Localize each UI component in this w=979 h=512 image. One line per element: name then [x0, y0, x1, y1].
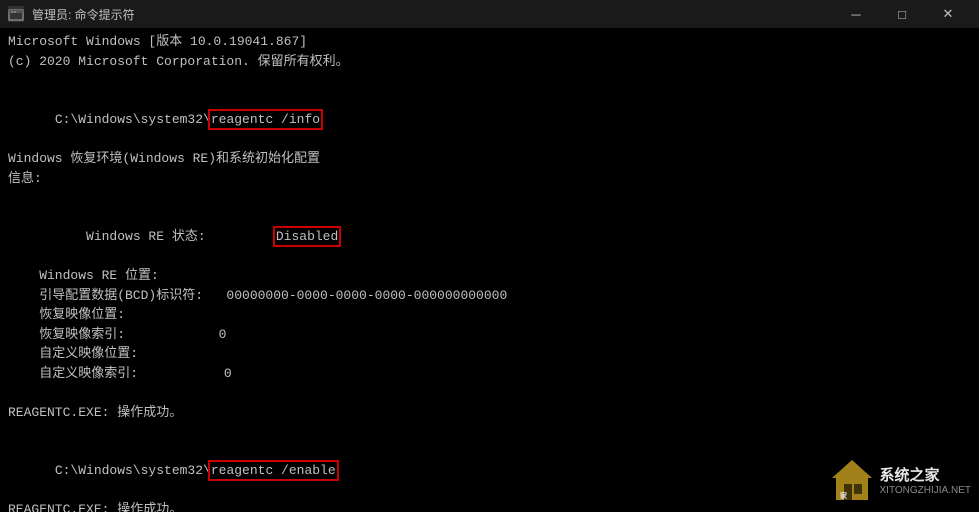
title-bar: 管理员: 命令提示符 ─ □ ✕ — [0, 0, 979, 28]
close-button[interactable]: ✕ — [925, 0, 971, 28]
watermark: 家 系统之家 XITONGZHIJIA.NET — [828, 456, 972, 504]
terminal-content: Microsoft Windows [版本 10.0.19041.867] (c… — [0, 28, 979, 512]
output-line-14: 自定义映像索引: 0 — [8, 364, 971, 384]
title-bar-left: 管理员: 命令提示符 — [8, 6, 135, 23]
output-line-2: (c) 2020 Microsoft Corporation. 保留所有权利。 — [8, 52, 971, 72]
output-line-4: C:\Windows\system32\reagentc /info — [8, 91, 971, 150]
re-status-label: Windows RE 状态: — [55, 229, 276, 244]
output-line-5: Windows 恢复环境(Windows RE)和系统初始化配置 — [8, 149, 971, 169]
svg-text:家: 家 — [840, 491, 848, 500]
watermark-logo: 家 — [828, 456, 876, 504]
cmd-window: 管理员: 命令提示符 ─ □ ✕ Microsoft Windows [版本 1… — [0, 0, 979, 512]
output-line-13: 自定义映像位置: — [8, 344, 971, 364]
maximize-button[interactable]: □ — [879, 0, 925, 28]
output-line-1: Microsoft Windows [版本 10.0.19041.867] — [8, 32, 971, 52]
command-2: reagentc /enable — [211, 463, 336, 478]
output-line-16: REAGENTC.EXE: 操作成功。 — [8, 403, 971, 423]
window-icon — [8, 6, 24, 22]
output-line-10: 引导配置数据(BCD)标识符: 00000000-0000-0000-0000-… — [8, 286, 971, 306]
watermark-line2: XITONGZHIJIA.NET — [880, 485, 972, 496]
window-title: 管理员: 命令提示符 — [32, 6, 135, 23]
output-line-12: 恢复映像索引: 0 — [8, 325, 971, 345]
window-controls: ─ □ ✕ — [833, 0, 971, 28]
minimize-button[interactable]: ─ — [833, 0, 879, 28]
output-line-8: Windows RE 状态: Disabled — [8, 208, 971, 267]
output-line-6: 信息: — [8, 169, 971, 189]
prompt-prefix-2: C:\Windows\system32\ — [55, 463, 211, 478]
output-line-7 — [8, 188, 971, 208]
output-line-3 — [8, 71, 971, 91]
output-line-17 — [8, 422, 971, 442]
watermark-text: 系统之家 XITONGZHIJIA.NET — [880, 464, 972, 496]
command-1: reagentc /info — [211, 112, 320, 127]
watermark-line1: 系统之家 — [880, 464, 972, 485]
re-status-value: Disabled — [276, 229, 338, 244]
output-line-15 — [8, 383, 971, 403]
output-line-9: Windows RE 位置: — [8, 266, 971, 286]
prompt-prefix-1: C:\Windows\system32\ — [55, 112, 211, 127]
output-line-11: 恢复映像位置: — [8, 305, 971, 325]
